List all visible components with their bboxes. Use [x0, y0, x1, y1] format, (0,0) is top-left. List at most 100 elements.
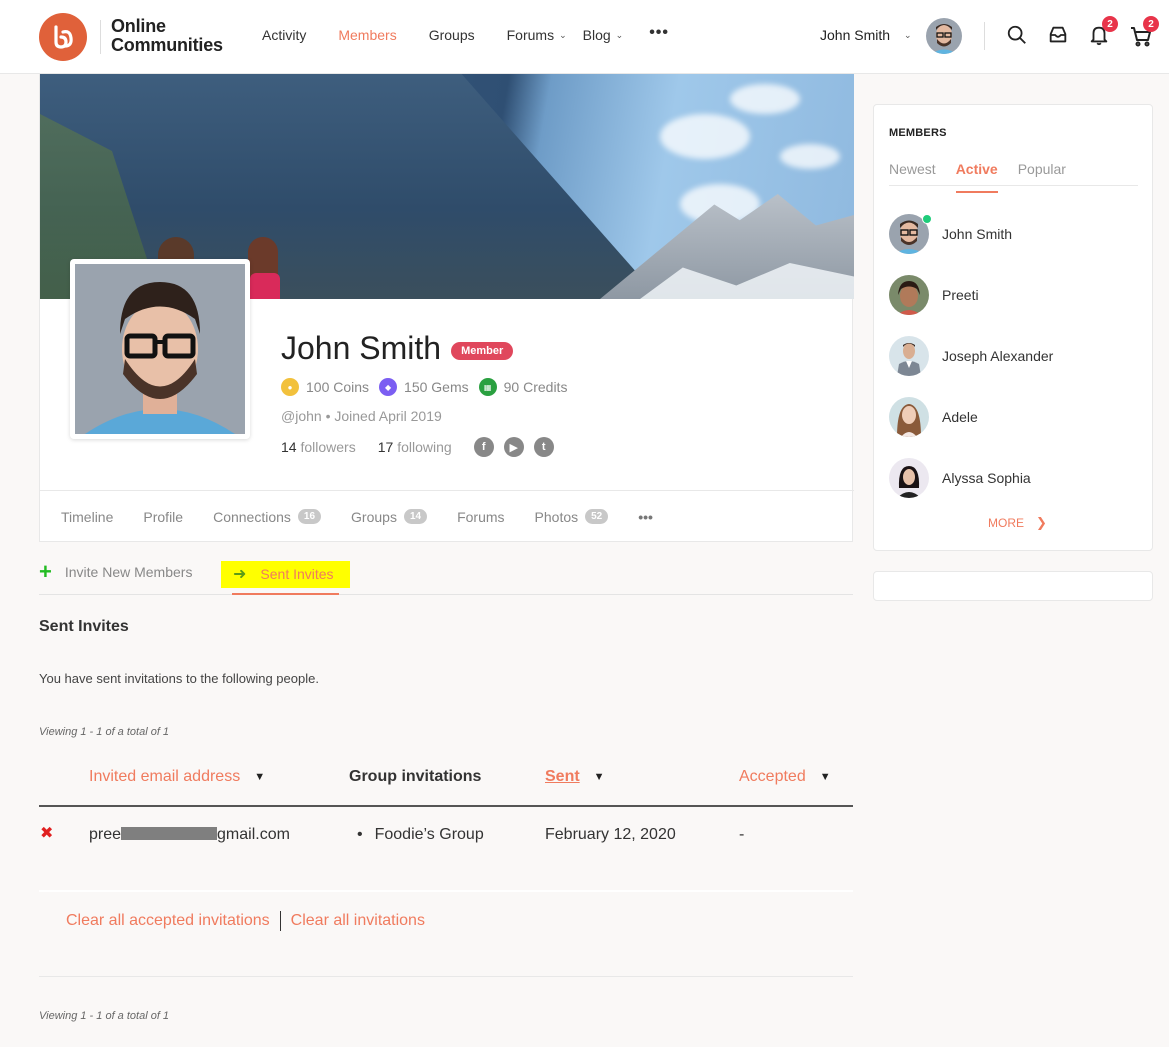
active-subtab-indicator: [232, 593, 339, 595]
gems-text: 150 Gems: [404, 379, 469, 395]
widget-tab-popular[interactable]: Popular: [1018, 161, 1066, 185]
user-menu-toggle[interactable]: John Smith ⌄: [820, 27, 912, 43]
group-name: Foodie’s Group: [375, 826, 484, 843]
facebook-icon[interactable]: f: [474, 437, 494, 457]
nav-label: Activity: [262, 27, 306, 43]
email-suffix: gmail.com: [217, 826, 290, 843]
twitter-icon[interactable]: t: [534, 437, 554, 457]
subtab-invite-new-members[interactable]: + Invite New Members: [39, 564, 192, 580]
coins-points: ● 100 Coins: [281, 378, 369, 396]
column-label: Sent: [545, 768, 580, 786]
nav-item-blog[interactable]: Blog ⌄: [583, 27, 624, 43]
user-avatar[interactable]: [926, 18, 962, 54]
tab-label: Connections: [213, 509, 291, 525]
tab-photos[interactable]: Photos 52: [535, 509, 609, 525]
subtab-label: Sent Invites: [260, 566, 333, 582]
column-email-sort[interactable]: Invited email address ▼: [89, 768, 265, 786]
avatar: [889, 214, 929, 254]
tab-label: Photos: [535, 509, 579, 525]
followers-link[interactable]: 14 followers: [281, 439, 356, 455]
subtab-sent-invites[interactable]: ➜ Sent Invites: [221, 561, 350, 588]
chevron-down-icon: ⌄: [904, 30, 912, 41]
credits-icon: ▦: [479, 378, 497, 396]
brand-line-2: Communities: [111, 36, 223, 55]
table-row: ✖ preegmail.com •Foodie’s Group February…: [39, 808, 853, 892]
nav-label: Forums: [507, 27, 554, 43]
intro-text: You have sent invitations to the followi…: [39, 671, 319, 686]
member-name: Preeti: [942, 287, 979, 303]
site-brand[interactable]: Online Communities: [111, 17, 223, 55]
nav-label: Blog: [583, 27, 611, 43]
inbox-icon[interactable]: [1047, 24, 1071, 48]
profile-meta: @john • Joined April 2019: [281, 408, 442, 424]
gems-points: ◆ 150 Gems: [379, 378, 469, 396]
nav-item-groups[interactable]: Groups: [429, 27, 475, 43]
section-title: Sent Invites: [39, 618, 129, 636]
arrow-right-icon: ➜: [233, 564, 246, 584]
tab-profile[interactable]: Profile: [143, 509, 183, 525]
avatar: [889, 275, 929, 315]
tab-count-badge: 52: [585, 509, 608, 524]
main-nav: Activity Members Groups Forums⌄ Blog⌄ ••…: [262, 27, 701, 43]
clear-all-invitations-link[interactable]: Clear all invitations: [291, 912, 425, 930]
coins-text: 100 Coins: [306, 379, 369, 395]
tab-label: Groups: [351, 509, 397, 525]
pagination-count-top: Viewing 1 - 1 of a total of 1: [39, 726, 169, 738]
list-item[interactable]: Alyssa Sophia: [889, 447, 1053, 508]
notifications-badge: 2: [1102, 16, 1118, 32]
tab-count-badge: 14: [404, 509, 427, 524]
secondary-widget: [873, 571, 1153, 601]
profile-avatar[interactable]: [70, 259, 250, 439]
list-item[interactable]: Joseph Alexander: [889, 325, 1053, 386]
tab-label: Timeline: [61, 509, 113, 525]
column-group-invitations: Group invitations: [349, 768, 481, 786]
profile-tabs: Timeline Profile Connections16 Groups14 …: [40, 490, 854, 542]
list-item[interactable]: Adele: [889, 386, 1053, 447]
tab-connections[interactable]: Connections16: [213, 509, 321, 525]
plus-icon: +: [39, 564, 52, 580]
tab-timeline[interactable]: Timeline: [61, 509, 113, 525]
member-type-badge: Member: [451, 342, 513, 360]
tab-forums[interactable]: Forums: [457, 509, 504, 525]
tab-more-ellipsis-icon[interactable]: •••: [638, 509, 653, 525]
column-label: Accepted: [739, 768, 806, 786]
online-status-dot: [922, 214, 932, 224]
header-divider: [984, 22, 985, 50]
youtube-icon[interactable]: ▶: [504, 437, 524, 457]
logo-divider: [100, 20, 101, 54]
list-item[interactable]: Preeti: [889, 264, 1053, 325]
more-label: MORE: [988, 516, 1024, 530]
nav-item-members[interactable]: Members: [338, 27, 396, 43]
gem-icon: ◆: [379, 378, 397, 396]
site-header: Online Communities Activity Members Grou…: [0, 0, 1169, 74]
widget-tab-active[interactable]: Active: [956, 161, 998, 185]
column-label: Invited email address: [89, 768, 240, 786]
site-logo-icon[interactable]: [39, 13, 87, 61]
avatar: [889, 458, 929, 498]
following-link[interactable]: 17 following: [378, 439, 452, 455]
cart-icon[interactable]: 2: [1129, 24, 1153, 48]
avatar: [889, 397, 929, 437]
column-sent-sort[interactable]: Sent ▼: [545, 768, 605, 786]
chevron-right-icon: ❯: [1036, 515, 1047, 531]
list-item[interactable]: John Smith: [889, 203, 1053, 264]
chevron-down-icon: ⌄: [616, 30, 624, 41]
caret-down-icon: ▼: [594, 771, 605, 783]
profile-heading: John Smith Member: [281, 330, 513, 367]
redacted-block: [121, 827, 217, 840]
invites-subnav: + Invite New Members ➜ Sent Invites: [39, 561, 853, 595]
delete-invite-x-icon[interactable]: ✖: [40, 823, 53, 843]
search-icon[interactable]: [1006, 24, 1030, 48]
follow-stats: 14 followers 17 following f ▶ t: [281, 437, 564, 457]
nav-item-activity[interactable]: Activity: [262, 27, 306, 43]
members-more-link[interactable]: MORE ❯: [988, 515, 1047, 531]
tab-groups[interactable]: Groups 14: [351, 509, 427, 525]
group-invitation: •Foodie’s Group: [357, 826, 484, 844]
widget-tab-newest[interactable]: Newest: [889, 161, 936, 185]
nav-item-forums[interactable]: Forums ⌄: [507, 27, 567, 43]
column-accepted-sort[interactable]: Accepted ▼: [739, 768, 831, 786]
clear-accepted-invitations-link[interactable]: Clear all accepted invitations: [66, 912, 270, 930]
bell-icon[interactable]: 2: [1088, 24, 1112, 48]
nav-more-ellipsis-icon[interactable]: •••: [649, 23, 669, 43]
chevron-down-icon: ⌄: [559, 30, 567, 41]
